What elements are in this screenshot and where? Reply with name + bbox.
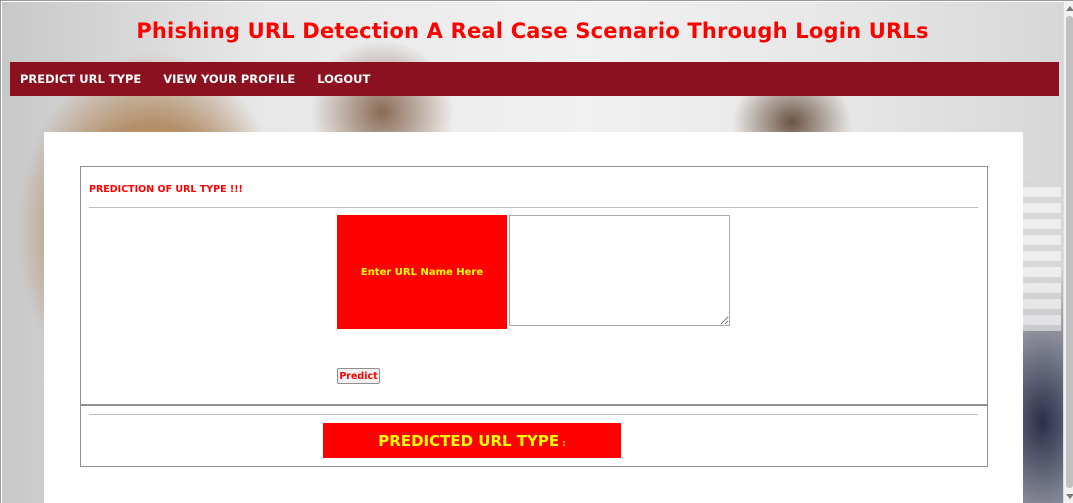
url-textarea[interactable] — [509, 215, 730, 326]
url-input-label-text: Enter URL Name Here — [360, 266, 484, 278]
page-title: Phishing URL Detection A Real Case Scena… — [136, 19, 929, 43]
predicted-url-type-box: PREDICTED URL TYPE : — [323, 423, 621, 458]
scroll-down-arrow-icon[interactable] — [1066, 494, 1073, 499]
prediction-section-title: PREDICTION OF URL TYPE !!! — [89, 184, 243, 195]
predicted-url-type-label: PREDICTED URL TYPE — [378, 431, 560, 450]
window-blinds-decoration — [1021, 181, 1061, 331]
nav-view-your-profile[interactable]: VIEW YOUR PROFILE — [163, 72, 295, 86]
scroll-up-arrow-icon[interactable] — [1066, 6, 1073, 11]
nav-logout[interactable]: LOGOUT — [317, 72, 370, 86]
browser-viewport: Phishing URL Detection A Real Case Scena… — [0, 0, 1073, 503]
vertical-scrollbar[interactable] — [1063, 1, 1073, 503]
nav-predict-url-type[interactable]: PREDICT URL TYPE — [20, 72, 141, 86]
predicted-url-type-separator: : — [562, 438, 566, 449]
url-input-label: Enter URL Name Here — [337, 215, 507, 329]
top-navbar: PREDICT URL TYPE VIEW YOUR PROFILE LOGOU… — [10, 62, 1059, 96]
section-divider — [89, 207, 978, 208]
scrollbar-thumb[interactable] — [1066, 16, 1073, 488]
result-divider — [89, 414, 978, 415]
predict-button[interactable]: Predict — [337, 368, 380, 384]
